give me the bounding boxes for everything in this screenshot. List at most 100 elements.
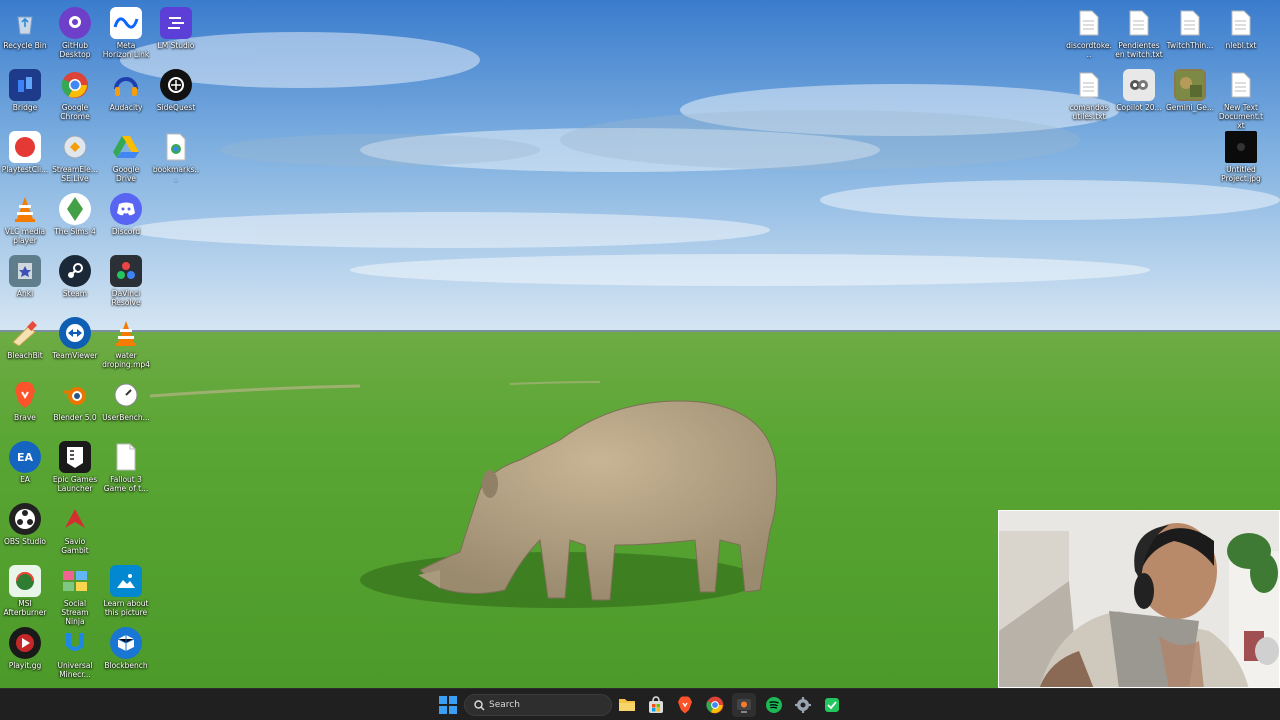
vlc-icon [9, 193, 41, 225]
taskbar-google-chrome[interactable] [703, 693, 727, 717]
desktop-icon-pendientes-en-twitch[interactable]: Pendientes en twitch.txt [1114, 4, 1164, 59]
desktop-icon-google-drive[interactable]: Google Drive [101, 128, 151, 183]
desktop-icon-msi-afterburner[interactable]: MSI Afterburner [0, 562, 50, 617]
text-file-icon [1225, 69, 1257, 101]
windows-logo-icon [439, 696, 457, 714]
desktop-icon-label: Savio Gambit [61, 537, 89, 555]
desktop-icon-recycle-bin[interactable]: Recycle Bin [0, 4, 50, 50]
taskbar-search-box[interactable]: Search [464, 694, 612, 716]
desktop-icon-github-desktop[interactable]: GitHub Desktop [50, 4, 100, 59]
anki-icon [9, 255, 41, 287]
desktop-icon-twitchthin[interactable]: TwitchThin... [1165, 4, 1215, 50]
desktop-icon-label: VLC media player [4, 227, 46, 245]
desktop-icon-streamelements[interactable]: StreamEle... SE.Live [50, 128, 100, 183]
desktop-icon-label: Bridge [12, 103, 38, 112]
desktop-icon-lm-studio[interactable]: LM Studio [151, 4, 201, 50]
bridge-icon [9, 69, 41, 101]
learn-picture-icon [110, 565, 142, 597]
desktop-icon-sims4[interactable]: The Sims 4 [50, 190, 100, 236]
desktop-icon-label: DaVinci Resolve [111, 289, 141, 307]
taskbar-settings[interactable] [791, 693, 815, 717]
desktop-icon-bookmarks[interactable]: bookmarks... [151, 128, 201, 183]
taskbar-brave[interactable] [673, 693, 697, 717]
recycle-bin-icon [9, 7, 41, 39]
desktop-icon-label: Pendientes en twitch.txt [1115, 41, 1163, 59]
desktop-icon-label: SideQuest [156, 103, 196, 112]
desktop-icon-label: Learn about this picture [103, 599, 149, 617]
github-desktop-icon [59, 7, 91, 39]
obs-icon [9, 503, 41, 535]
desktop-icon-steam[interactable]: Steam [50, 252, 100, 298]
desktop-icon-label: Google Chrome [60, 103, 90, 121]
desktop-icon-copilot-image[interactable]: Copilot 20... [1114, 66, 1164, 112]
desktop-icon-playtestcloud[interactable]: PlaytestCli... [0, 128, 50, 174]
copilot-image-icon [1123, 69, 1155, 101]
taskbar-spotify[interactable] [762, 693, 786, 717]
desktop-icon-savio-gambit[interactable]: Savio Gambit [50, 500, 100, 555]
desktop-icon-learn-about-picture[interactable]: Learn about this picture [101, 562, 151, 617]
meta-horizon-link-icon [110, 7, 142, 39]
blender-icon [59, 379, 91, 411]
desktop-icon-label: StreamEle... SE.Live [52, 165, 98, 183]
desktop-icon-comandos-utiles[interactable]: comandos utiles.txt [1064, 66, 1114, 121]
taskbar-file-explorer[interactable] [615, 693, 639, 717]
green-app-icon [825, 698, 839, 712]
gemini-image-icon [1174, 69, 1206, 101]
desktop-icon-label: Playit.gg [8, 661, 42, 670]
text-file-icon [1225, 7, 1257, 39]
desktop-icon-epic-games[interactable]: Epic Games Launcher [50, 438, 100, 493]
vlc-video-file-icon [110, 317, 142, 349]
desktop-icon-label: Steam [62, 289, 88, 298]
desktop-icon-label: Copilot 20... [1116, 103, 1162, 112]
brave-icon [678, 696, 692, 714]
desktop-icon-label: GitHub Desktop [59, 41, 91, 59]
desktop-icon-blockbench[interactable]: Blockbench [101, 624, 151, 670]
desktop-icon-obs[interactable]: OBS Studio [0, 500, 50, 546]
teamviewer-icon [59, 317, 91, 349]
davinci-resolve-icon [110, 255, 142, 287]
desktop-icon-bridge[interactable]: Bridge [0, 66, 50, 112]
desktop-icon-label: water droping.mp4 [102, 351, 150, 369]
desktop-icon-blender[interactable]: Blender 5.0 [50, 376, 100, 422]
taskbar-green-app[interactable] [820, 693, 844, 717]
spotify-icon [766, 697, 782, 713]
chrome-icon [59, 69, 91, 101]
desktop-icon-bleachbit[interactable]: BleachBit [0, 314, 50, 360]
desktop-icon-vlc[interactable]: VLC media player [0, 190, 50, 245]
desktop-icon-water-droping[interactable]: water droping.mp4 [101, 314, 151, 369]
desktop-icon-userbenchmark[interactable]: UserBench... [101, 376, 151, 422]
desktop-icon-new-text-document[interactable]: New Text Document.txt [1216, 66, 1266, 130]
taskbar-microsoft-store[interactable] [644, 693, 668, 717]
folder-icon [619, 699, 635, 711]
desktop-icon-davinci-resolve[interactable]: DaVinci Resolve [101, 252, 151, 307]
search-icon [474, 699, 485, 710]
desktop-icon-label: Social Stream Ninja [61, 599, 89, 626]
start-button[interactable] [436, 693, 460, 717]
text-file-icon [1073, 7, 1105, 39]
universal-minecraft-icon [59, 627, 91, 659]
desktop-icon-ea[interactable]: EA EA [0, 438, 50, 484]
desktop-icon-playitgg[interactable]: Playit.gg [0, 624, 50, 670]
desktop-icon-brave[interactable]: Brave [0, 376, 50, 422]
desktop-icon-sidequest[interactable]: SideQuest [151, 66, 201, 112]
desktop-icon-teamviewer[interactable]: TeamViewer [50, 314, 100, 360]
image-file-icon [1225, 131, 1257, 163]
desktop-icon-nlebl[interactable]: nlebl.txt [1216, 4, 1266, 50]
desktop-icon-label: Brave [14, 413, 36, 422]
savio-gambit-icon [59, 503, 91, 535]
desktop-icon-meta-horizon-link[interactable]: Meta Horizon Link [101, 4, 151, 59]
desktop-icon-label: nlebl.txt [1225, 41, 1257, 50]
desktop-icon-universal-minecraft[interactable]: Universal Minecr... [50, 624, 100, 679]
desktop-icon-label: Universal Minecr... [57, 661, 93, 679]
desktop-icon-untitled-project[interactable]: Untitled Project.jpg [1216, 128, 1266, 183]
desktop-icon-audacity[interactable]: Audacity [101, 66, 151, 112]
playtestcloud-icon [9, 131, 41, 163]
desktop-icon-discordtoke[interactable]: discordtoke... [1064, 4, 1114, 59]
desktop-icon-anki[interactable]: Anki [0, 252, 50, 298]
desktop-icon-gemini-image[interactable]: Gemini_Ge... [1165, 66, 1215, 112]
desktop-icon-fallout3[interactable]: Fallout 3 Game of t... [101, 438, 151, 493]
desktop-icon-google-chrome[interactable]: Google Chrome [50, 66, 100, 121]
desktop-icon-discord[interactable]: Discord [101, 190, 151, 236]
taskbar-streaming-app[interactable] [732, 693, 756, 717]
desktop-icon-social-stream-ninja[interactable]: Social Stream Ninja [50, 562, 100, 626]
